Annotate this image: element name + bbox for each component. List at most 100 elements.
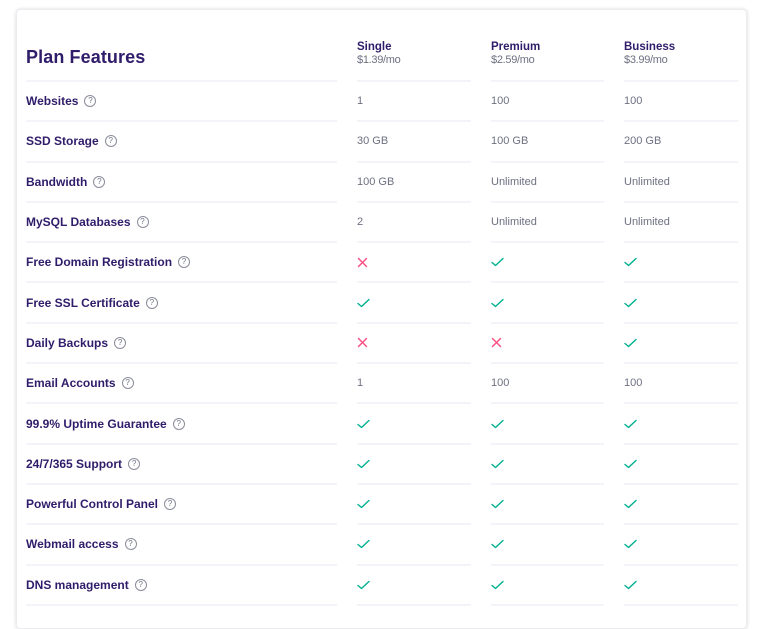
feature-value-cell [491,283,604,324]
help-icon[interactable]: ? [134,578,147,591]
cross-icon [357,257,368,268]
feature-label-cell: Websites? [26,82,337,123]
feature-value-cell [357,283,471,324]
feature-label: Powerful Control Panel [26,497,159,512]
feature-value-cell [624,404,738,445]
help-icon[interactable]: ? [104,135,117,148]
check-icon [357,298,370,308]
feature-value-cell: Unlimited [624,203,738,244]
feature-label-cell: DNS management? [26,566,337,606]
feature-value-cell [491,445,604,485]
check-icon [491,257,504,267]
feature-value-cell [624,445,738,485]
feature-value: Unlimited [491,216,537,229]
feature-label-cell: Webmail access? [26,525,337,566]
feature-value-cell: 200 GB [624,122,738,163]
check-icon [624,499,637,509]
feature-label-cell: 24/7/365 Support? [26,445,337,485]
check-icon [491,580,504,590]
feature-label-cell: Daily Backups? [26,324,337,365]
help-icon[interactable]: ? [145,296,158,309]
feature-value-cell [624,324,738,365]
feature-label: Free SSL Certificate [26,295,140,310]
help-icon[interactable]: ? [114,336,127,349]
feature-value-cell [491,525,604,566]
help-icon[interactable]: ? [93,175,106,188]
help-icon[interactable]: ? [84,95,97,108]
feature-label-cell: Bandwidth? [26,163,337,203]
feature-value: 100 [491,95,510,108]
feature-value-cell: 100 [624,364,738,405]
feature-label: Bandwidth [26,174,88,189]
plan-name: Business [624,41,676,53]
feature-value-cell: 1 [357,82,471,123]
feature-label-cell: MySQL Databases? [26,203,337,244]
feature-value-cell [491,485,604,526]
feature-value-cell: 2 [357,203,471,244]
feature-value-cell: 30 GB [357,122,471,163]
plan-header-premium: Premium $2.59/mo [491,41,604,82]
feature-value-cell [491,566,604,606]
feature-label: Free Domain Registration [26,255,173,270]
check-icon [624,580,637,590]
check-icon [491,298,504,308]
feature-value-cell [357,485,471,526]
feature-label-cell: Free Domain Registration? [26,243,337,284]
help-icon[interactable]: ? [124,538,137,551]
help-icon[interactable]: ? [178,256,191,269]
feature-value: Unlimited [624,216,670,229]
feature-value-cell: 100 GB [491,122,604,163]
check-icon [624,419,637,429]
table-title: Plan Features [26,47,146,67]
help-icon[interactable]: ? [128,457,141,470]
feature-label: Email Accounts [26,376,116,391]
check-icon [357,419,370,429]
feature-value-cell [624,525,738,566]
feature-value: 1 [357,377,364,390]
feature-value-cell [491,404,604,445]
plan-name: Single [357,41,392,53]
check-icon [491,419,504,429]
feature-value-cell [357,243,471,284]
feature-value-cell [357,525,471,566]
plan-name: Premium [491,41,541,53]
feature-value: 100 GB [357,175,395,188]
check-icon [624,539,637,549]
help-icon[interactable]: ? [172,417,185,430]
cross-icon [491,337,502,348]
feature-label: Webmail access [26,537,119,552]
feature-value-cell [357,566,471,606]
feature-value: 1 [357,95,364,108]
feature-value-cell: Unlimited [624,163,738,203]
plan-header-business: Business $3.99/mo [624,41,738,82]
plan-features-table: Plan Features Single $1.39/mo Premium $2… [26,41,738,606]
feature-value: 200 GB [624,135,662,148]
feature-value-cell [624,485,738,526]
check-icon [357,539,370,549]
feature-label: SSD Storage [26,134,99,149]
help-icon[interactable]: ? [136,216,149,229]
feature-value: 100 GB [491,135,529,148]
feature-value: 100 [491,377,510,390]
help-icon[interactable]: ? [121,377,134,390]
feature-value-cell: 100 [624,82,738,123]
feature-label: Daily Backups [26,335,109,350]
feature-value-cell: Unlimited [491,203,604,244]
feature-value-cell: 1 [357,364,471,405]
feature-label: Websites [26,94,79,109]
feature-value-cell [624,566,738,606]
plan-header-single: Single $1.39/mo [357,41,471,82]
check-icon [491,459,504,469]
feature-value-cell [357,404,471,445]
feature-label-cell: 99.9% Uptime Guarantee? [26,404,337,445]
feature-value-cell [357,445,471,485]
feature-label-cell: Powerful Control Panel? [26,485,337,526]
plan-price: $1.39/mo [357,54,401,66]
feature-value: 2 [357,216,364,229]
check-icon [357,580,370,590]
check-icon [357,499,370,509]
feature-value: 100 [624,377,643,390]
table-header-title-cell: Plan Features [26,41,337,82]
cross-icon [357,337,368,348]
help-icon[interactable]: ? [164,498,177,511]
